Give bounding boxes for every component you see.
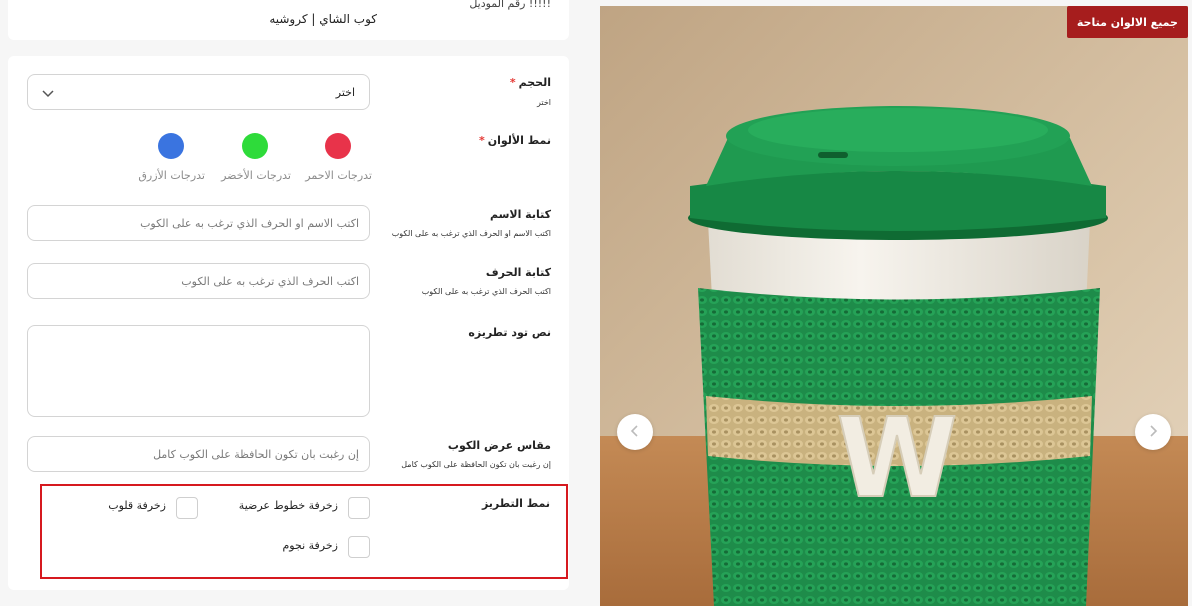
stripes-checkbox[interactable] (348, 497, 370, 519)
product-gallery: W جميع الالوان متاحة (600, 6, 1188, 606)
stars-checkbox[interactable] (348, 536, 370, 558)
cup-width-label: مقاس عرض الكوب (447, 439, 551, 452)
product-info-card: !!!!! رقم الموديل كوب الشاي | كروشيه (8, 0, 569, 40)
hearts-option-label: زخرفة قلوب (108, 499, 166, 512)
name-writing-input[interactable] (27, 205, 370, 241)
letter-writing-label: كتابة الحرف (485, 266, 551, 279)
product-name: كوب الشاي | كروشيه (269, 12, 377, 26)
size-label: الحجم* (510, 76, 551, 89)
gallery-prev-button[interactable] (617, 414, 653, 450)
swatch-red-label: تدرجات الاحمر (305, 169, 372, 182)
embroidery-text-label: نص تود تطريزه (468, 326, 551, 339)
swatch-green-label: تدرجات الأخضر (221, 169, 291, 182)
embroidery-style-label: نمط التطريز (481, 497, 550, 510)
size-hint: اختر (537, 98, 551, 107)
letter-writing-input[interactable] (27, 263, 370, 299)
cup-width-input[interactable] (27, 436, 370, 472)
gallery-next-button[interactable] (1135, 414, 1171, 450)
chevron-right-icon (1148, 423, 1158, 442)
letter-writing-hint: اكتب الحرف الذي ترغب به على الكوب (421, 287, 551, 296)
all-colors-badge: جميع الالوان متاحة (1066, 6, 1188, 38)
size-select-value: اختر (335, 85, 355, 99)
color-pattern-label-text: نمط الألوان (487, 134, 551, 147)
embroidery-style-highlight: نمط التطريز زخرفة خطوط عرضية زخرفة قلوب … (40, 484, 568, 579)
size-select[interactable]: اختر (27, 74, 370, 110)
color-pattern-label: نمط الألوان* (479, 134, 551, 147)
swatch-blue-label: تدرجات الأزرق (138, 169, 205, 182)
size-label-text: الحجم (518, 76, 551, 89)
swatch-blue[interactable] (158, 133, 184, 159)
swatch-green[interactable] (242, 133, 268, 159)
name-writing-label: كتابة الاسم (489, 208, 551, 221)
chevron-down-icon (42, 83, 54, 102)
hearts-checkbox[interactable] (176, 497, 198, 519)
cup-letter: W (836, 394, 957, 522)
stars-option-label: زخرفة نجوم (282, 539, 339, 552)
stripes-option-label: زخرفة خطوط عرضية (238, 499, 338, 512)
name-writing-hint: اكتب الاسم او الحرف الذي ترغب به على الك… (391, 229, 551, 238)
required-mark: * (509, 76, 516, 89)
chevron-left-icon (630, 423, 640, 442)
cup-width-hint: إن رغبت بان تكون الحافظة على الكوب كامل (401, 460, 551, 469)
embroidery-text-area[interactable] (27, 325, 370, 417)
required-mark: * (478, 134, 485, 147)
swatch-red[interactable] (325, 133, 351, 159)
product-image: W (600, 6, 1188, 606)
model-number-label: !!!!! رقم الموديل (469, 0, 551, 10)
